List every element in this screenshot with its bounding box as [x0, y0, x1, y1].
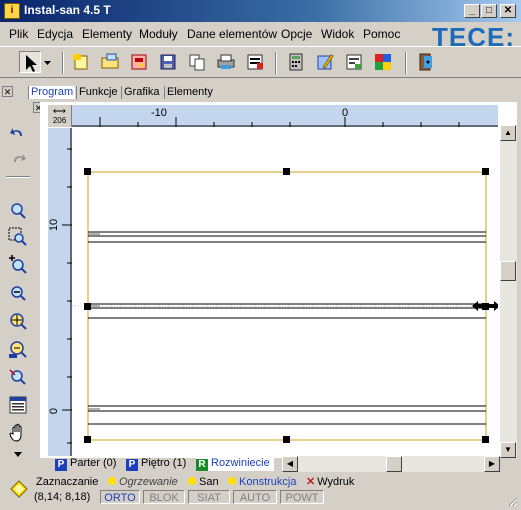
- tab-funkcje[interactable]: Funkcje: [76, 86, 120, 99]
- scroll-down-button[interactable]: ▼: [500, 442, 516, 458]
- zoom-realtime-icon[interactable]: [7, 366, 29, 388]
- sheet-badge-rozwiniecie: R: [196, 459, 208, 471]
- wydruk-x-icon: ✕: [306, 476, 316, 488]
- tab-grafika[interactable]: Grafika: [121, 86, 161, 99]
- sheet-tab-parter[interactable]: P Parter (0): [55, 456, 116, 471]
- save-disk-icon[interactable]: [157, 51, 179, 73]
- scroll-up-button[interactable]: ▲: [500, 125, 516, 141]
- toggle-blok[interactable]: BLOK: [143, 490, 185, 504]
- scroll-down-icon[interactable]: [7, 444, 29, 466]
- maximize-button[interactable]: □: [481, 4, 497, 18]
- ruler-y-label-0: 0: [48, 407, 61, 415]
- sheet-badge-parter: P: [55, 459, 67, 471]
- ruler-y-label-10: 10: [48, 218, 61, 232]
- open-folder-icon[interactable]: [99, 51, 121, 73]
- ogrzewanie-bulb-icon: [108, 477, 116, 485]
- konstrukcja-bulb-icon: [228, 477, 236, 485]
- menu-widok[interactable]: Widok: [321, 27, 354, 41]
- menu-opcje[interactable]: Opcje: [281, 27, 312, 41]
- calculator-icon[interactable]: [285, 51, 307, 73]
- print-icon[interactable]: [215, 51, 237, 73]
- resize-grip-icon[interactable]: [506, 495, 518, 507]
- menu-moduly[interactable]: Moduły: [139, 27, 178, 41]
- ruler-x-label-minus-10: -10: [151, 107, 167, 119]
- sheet-label-pietro: Piętro (1): [141, 457, 187, 469]
- menu-dane-elementow[interactable]: Dane elementów: [187, 27, 277, 41]
- export-icon[interactable]: [244, 51, 266, 73]
- sheet-tab-rozwiniecie[interactable]: R Rozwiniecie: [196, 456, 274, 471]
- cursor-coordinates: (8,14; 8,18): [34, 491, 91, 503]
- ruler-corner[interactable]: ⟷ 206: [48, 105, 72, 127]
- report-icon[interactable]: [343, 51, 365, 73]
- vertical-scroll-thumb[interactable]: [500, 261, 516, 281]
- mode-label-san: San: [199, 476, 219, 488]
- minimize-button[interactable]: _: [464, 4, 480, 18]
- tab-program[interactable]: Program: [28, 86, 76, 99]
- sheet-label-parter: Parter (0): [70, 457, 117, 469]
- app-icon[interactable]: i: [4, 3, 20, 19]
- layers-icon[interactable]: [7, 394, 29, 416]
- undo-icon[interactable]: [7, 122, 29, 144]
- horizontal-ruler: -10 0: [48, 105, 498, 127]
- mode-tab-ogrzewanie[interactable]: Ogrzewanie: [108, 475, 178, 489]
- window-title: Instal-san 4.5 T: [24, 3, 111, 17]
- redo-icon[interactable]: [7, 148, 29, 170]
- horizontal-scrollbar[interactable]: ◀ ▶: [282, 456, 500, 472]
- horizontal-scroll-thumb[interactable]: [386, 456, 402, 472]
- drawing-area[interactable]: [72, 128, 498, 456]
- zoom-window-icon[interactable]: [7, 226, 29, 248]
- main-toolbar: [0, 46, 521, 78]
- copy-icon[interactable]: [186, 51, 208, 73]
- mode-tab-konstrukcja[interactable]: Konstrukcja: [228, 475, 296, 489]
- ruler-corner-value: 206: [52, 116, 67, 125]
- new-document-icon[interactable]: [70, 51, 92, 73]
- vertical-ruler: 10 0: [48, 128, 72, 456]
- zoom-in-icon[interactable]: [7, 254, 29, 276]
- scroll-left-button[interactable]: ◀: [282, 456, 298, 472]
- mode-tab-zaznaczanie[interactable]: Zaznaczanie: [36, 475, 98, 489]
- dropdown-arrow-icon[interactable]: [41, 51, 55, 73]
- scroll-right-button[interactable]: ▶: [484, 456, 500, 472]
- pan-hand-icon[interactable]: [7, 422, 29, 444]
- menu-edycja[interactable]: Edycja: [37, 27, 73, 41]
- edit-properties-icon[interactable]: [314, 51, 336, 73]
- close-button[interactable]: ✕: [500, 4, 516, 18]
- zoom-all-icon[interactable]: [7, 310, 29, 332]
- left-toolbar: ✕: [0, 102, 44, 470]
- menu-pomoc[interactable]: Pomoc: [363, 27, 400, 41]
- mode-label-konstrukcja: Konstrukcja: [239, 476, 297, 488]
- tab-elementy[interactable]: Elementy: [164, 86, 215, 99]
- toggle-orto[interactable]: ORTO: [100, 490, 140, 504]
- menu-elementy[interactable]: Elementy: [82, 27, 132, 41]
- toggle-powt[interactable]: POWT: [280, 490, 324, 504]
- ruler-x-label-0: 0: [342, 107, 349, 119]
- sheet-badge-pietro: P: [126, 459, 138, 471]
- san-bulb-icon: [188, 477, 196, 485]
- zoom-previous-icon[interactable]: [7, 338, 29, 360]
- mode-tab-san[interactable]: San: [188, 475, 219, 489]
- mode-label-ogrzewanie: Ogrzewanie: [119, 476, 178, 488]
- print-preview-icon[interactable]: [128, 51, 150, 73]
- toggle-auto[interactable]: AUTO: [233, 490, 277, 504]
- mode-tab-wydruk[interactable]: ✕ Wydruk: [306, 475, 354, 489]
- select-arrow-icon[interactable]: [19, 51, 41, 73]
- colors-icon[interactable]: [372, 51, 394, 73]
- sheet-label-rozwiniecie: Rozwiniecie: [211, 457, 270, 469]
- zoom-icon[interactable]: [7, 200, 29, 222]
- zoom-out-icon[interactable]: [7, 282, 29, 304]
- exit-icon[interactable]: [415, 51, 437, 73]
- panel-close-icon[interactable]: ✕: [2, 86, 13, 97]
- panel-tabs: ✕ Program Funkcje Grafika Elementy: [0, 84, 521, 100]
- toggle-siat[interactable]: SIAT: [188, 490, 230, 504]
- mode-label-wydruk: Wydruk: [317, 476, 355, 488]
- vertical-scrollbar[interactable]: ▲ ▼: [500, 125, 517, 458]
- sheet-tab-pietro[interactable]: P Piętro (1): [126, 456, 186, 471]
- selection-mode-icon: [10, 480, 28, 498]
- menu-plik[interactable]: Plik: [9, 27, 28, 41]
